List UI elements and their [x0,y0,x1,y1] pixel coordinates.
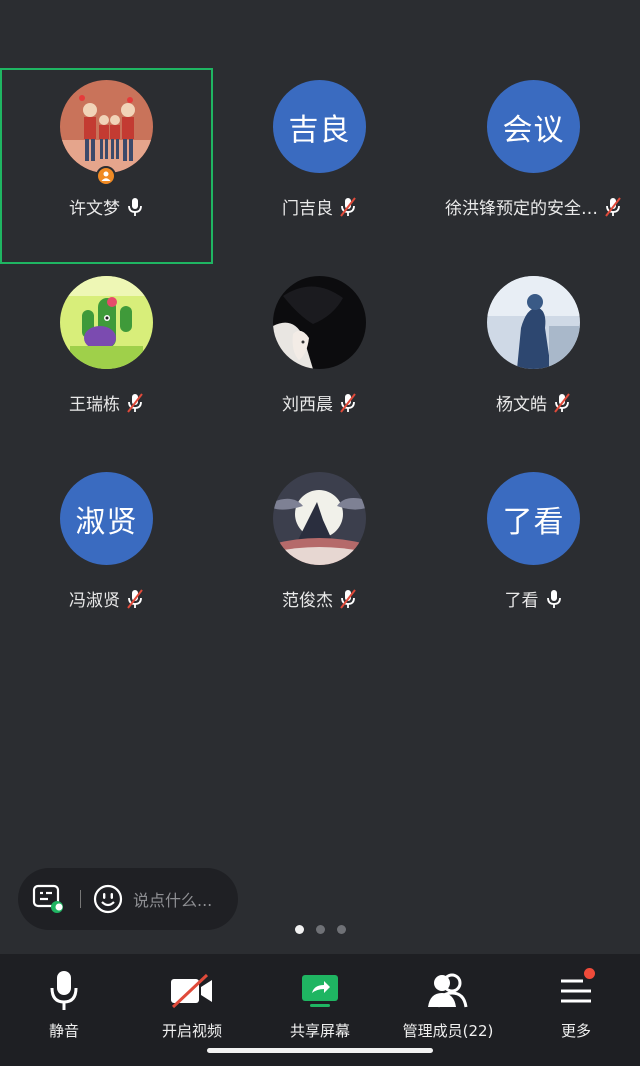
participant-name: 王瑞栋 [69,395,120,415]
avatar-cactus-cartoon [60,276,153,369]
chat-input-placeholder[interactable]: 说点什么... [133,887,212,911]
participant-name-row: 冯淑贤 [0,586,213,611]
more-button[interactable]: 更多 [512,968,640,1041]
participant-name-row: 王瑞栋 [0,390,213,415]
host-badge-icon [96,166,116,186]
participant-name-row: 范俊杰 [213,586,426,611]
avatar-text: 了看 [487,472,580,565]
share-screen-label: 共享屏幕 [289,1022,350,1040]
participant-tile[interactable]: 会议 徐洪锋预定的安全… [427,68,640,264]
mute-button[interactable]: 静音 [0,968,128,1041]
page-dot-active[interactable] [294,925,304,934]
avatar-person-photo [487,276,580,369]
chat-input-bar[interactable]: 说点什么... [18,868,238,930]
mute-label: 静音 [48,1022,79,1040]
avatar-text: 吉良 [273,80,366,173]
participant-name: 刘西晨 [282,395,333,415]
page-dot[interactable] [315,925,325,934]
microphone-icon [41,968,87,1014]
emoji-icon[interactable] [93,884,123,914]
start-video-button[interactable]: 开启视频 [128,968,256,1041]
microphone-muted-icon [605,196,621,217]
participant-tile[interactable]: 吉良 门吉良 [213,68,426,264]
avatar-family-photo [60,80,153,173]
divider [80,890,81,908]
avatar-text: 会议 [487,80,580,173]
participant-name-row: 徐洪锋预定的安全… [427,194,640,219]
participant-tile[interactable]: 许文梦 [0,68,213,264]
participant-tile[interactable]: 杨文皓 [427,264,640,460]
members-icon [425,968,471,1014]
microphone-muted-icon [340,588,356,609]
participant-tile[interactable]: 王瑞栋 [0,264,213,460]
home-indicator[interactable] [207,1048,433,1053]
page-indicator [0,925,640,934]
participant-name-row: 刘西晨 [213,390,426,415]
participant-name-row: 杨文皓 [427,390,640,415]
participant-name: 杨文皓 [496,395,547,415]
page-dot[interactable] [336,925,346,934]
participant-name: 许文梦 [69,199,120,219]
participant-name: 冯淑贤 [69,591,120,611]
notification-dot [584,968,595,979]
microphone-icon [546,589,561,608]
avatar-text: 淑贤 [60,472,153,565]
participant-name-row: 了看 [427,586,640,611]
more-menu-icon [553,968,599,1014]
microphone-muted-icon [340,196,356,217]
share-screen-button[interactable]: 共享屏幕 [256,968,384,1041]
participant-tile[interactable]: 刘西晨 [213,264,426,460]
participant-name-row: 许文梦 [2,194,211,219]
participant-name-row: 门吉良 [213,194,426,219]
subtitle-toggle-icon[interactable] [32,883,66,915]
avatar-anime-portrait [273,276,366,369]
manage-members-label: 管理成员(22) [402,1022,494,1040]
manage-members-button[interactable]: 管理成员(22) [384,968,512,1041]
participant-name: 了看 [504,591,539,611]
microphone-muted-icon [127,392,143,413]
share-screen-icon [297,968,343,1014]
participant-tile[interactable]: 了看 了看 [427,460,640,656]
microphone-icon [128,197,142,216]
participant-name: 范俊杰 [282,591,333,611]
more-label: 更多 [560,1022,591,1040]
participant-name: 门吉良 [282,199,333,219]
avatar-moon-landscape [273,472,366,565]
video-off-icon [169,968,215,1014]
participant-tile[interactable]: 范俊杰 [213,460,426,656]
microphone-muted-icon [127,588,143,609]
microphone-muted-icon [554,392,570,413]
participant-name: 徐洪锋预定的安全… [445,199,598,219]
start-video-label: 开启视频 [161,1022,222,1040]
participant-tile[interactable]: 淑贤 冯淑贤 [0,460,213,656]
microphone-muted-icon [340,392,356,413]
